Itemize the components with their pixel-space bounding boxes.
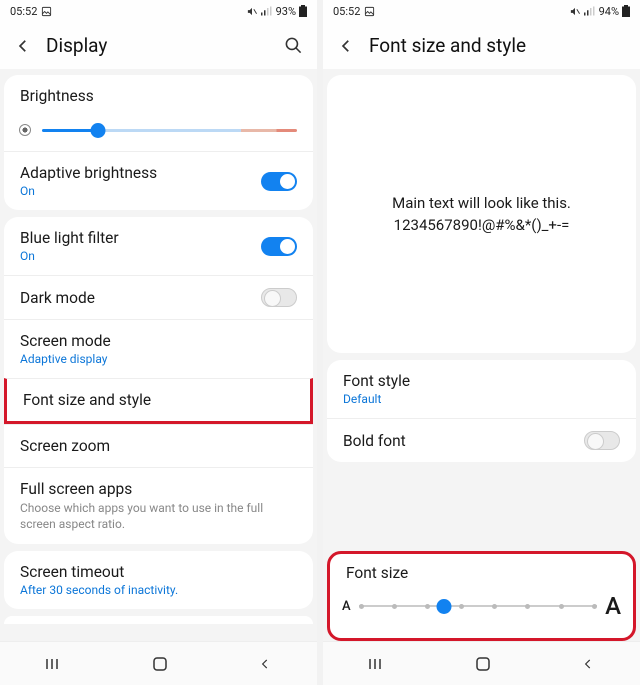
font-options-card: Font style Default Bold font (327, 360, 636, 462)
brightness-label: Brightness (20, 87, 94, 105)
next-card-peek (4, 616, 313, 624)
full-screen-apps-row[interactable]: Full screen apps Choose which apps you w… (4, 467, 313, 544)
bold-font-row[interactable]: Bold font (327, 418, 636, 462)
recents-button[interactable] (368, 657, 386, 671)
screen-timeout-label: Screen timeout (20, 563, 178, 581)
mute-icon (569, 6, 581, 17)
battery-percent: 94% (599, 5, 619, 18)
screen-mode-label: Screen mode (20, 332, 111, 350)
image-icon (41, 6, 52, 17)
blue-light-label: Blue light filter (20, 229, 119, 247)
adaptive-brightness-sub: On (20, 184, 157, 198)
nav-bar (323, 641, 640, 685)
brightness-thumb[interactable] (91, 123, 106, 138)
back-icon[interactable] (14, 37, 32, 55)
brightness-card: Brightness Adaptive brightness On (4, 75, 313, 210)
font-style-row[interactable]: Font style Default (327, 360, 636, 418)
blue-light-row[interactable]: Blue light filter On (4, 217, 313, 275)
home-button[interactable] (152, 656, 168, 672)
blue-light-toggle[interactable] (261, 237, 297, 256)
display-card: Blue light filter On Dark mode Screen mo… (4, 217, 313, 544)
battery-icon (622, 5, 630, 17)
blue-light-sub: On (20, 249, 119, 263)
bold-font-label: Bold font (343, 432, 406, 450)
font-size-style-row[interactable]: Font size and style (4, 378, 313, 424)
recents-button[interactable] (45, 657, 63, 671)
bold-font-toggle[interactable] (584, 431, 620, 450)
brightness-icon (20, 125, 30, 135)
font-size-max-label: A (605, 592, 621, 620)
font-style-sub: Default (343, 392, 410, 406)
adaptive-brightness-row[interactable]: Adaptive brightness On (4, 151, 313, 210)
search-icon[interactable] (284, 36, 303, 55)
screen-zoom-label: Screen zoom (20, 437, 110, 455)
brightness-slider-row (4, 117, 313, 151)
home-button[interactable] (475, 656, 491, 672)
header: Font size and style (323, 22, 640, 69)
dark-mode-label: Dark mode (20, 289, 95, 307)
font-size-card: Font size A A (327, 551, 636, 641)
preview-line1: Main text will look like this. (392, 192, 571, 215)
battery-icon (299, 5, 307, 17)
status-time: 05:52 (333, 5, 360, 18)
font-preview-card: Main text will look like this. 123456789… (327, 75, 636, 353)
screen-mode-sub: Adaptive display (20, 352, 111, 366)
battery-percent: 93% (276, 5, 296, 18)
signal-icon (261, 6, 273, 16)
timeout-card: Screen timeout After 30 seconds of inact… (4, 551, 313, 609)
screen-mode-row[interactable]: Screen mode Adaptive display (4, 319, 313, 378)
screen-timeout-sub: After 30 seconds of inactivity. (20, 583, 178, 597)
adaptive-brightness-label: Adaptive brightness (20, 164, 157, 182)
dark-mode-toggle[interactable] (261, 288, 297, 307)
font-size-style-label: Font size and style (23, 391, 151, 409)
image-icon (364, 6, 375, 17)
back-icon[interactable] (337, 37, 355, 55)
signal-icon (584, 6, 596, 16)
header: Display (0, 22, 317, 69)
screen-timeout-row[interactable]: Screen timeout After 30 seconds of inact… (4, 551, 313, 609)
font-settings-screen: 05:52 94% Font size and style Main text … (323, 0, 640, 685)
status-bar: 05:52 94% (323, 0, 640, 22)
mute-icon (246, 6, 258, 17)
display-settings-screen: 05:52 93% Display Brightness (0, 0, 317, 685)
brightness-slider[interactable] (42, 129, 297, 132)
font-size-min-label: A (342, 599, 351, 614)
font-size-slider-row: A A (342, 592, 621, 620)
font-size-label: Font size (342, 564, 621, 582)
adaptive-brightness-toggle[interactable] (261, 172, 297, 191)
font-size-slider[interactable] (359, 605, 597, 607)
full-screen-label: Full screen apps (20, 480, 297, 498)
full-screen-desc: Choose which apps you want to use in the… (20, 500, 297, 532)
screen-zoom-row[interactable]: Screen zoom (4, 424, 313, 467)
back-button[interactable] (581, 657, 595, 671)
status-bar: 05:52 93% (0, 0, 317, 22)
page-title: Display (46, 34, 270, 57)
nav-bar (0, 641, 317, 685)
page-title: Font size and style (369, 34, 626, 57)
preview-line2: 1234567890!@#%&*()_+-= (394, 214, 570, 237)
dark-mode-row[interactable]: Dark mode (4, 275, 313, 319)
status-time: 05:52 (10, 5, 37, 18)
font-style-label: Font style (343, 372, 410, 390)
font-size-thumb[interactable] (437, 599, 452, 614)
back-button[interactable] (258, 657, 272, 671)
